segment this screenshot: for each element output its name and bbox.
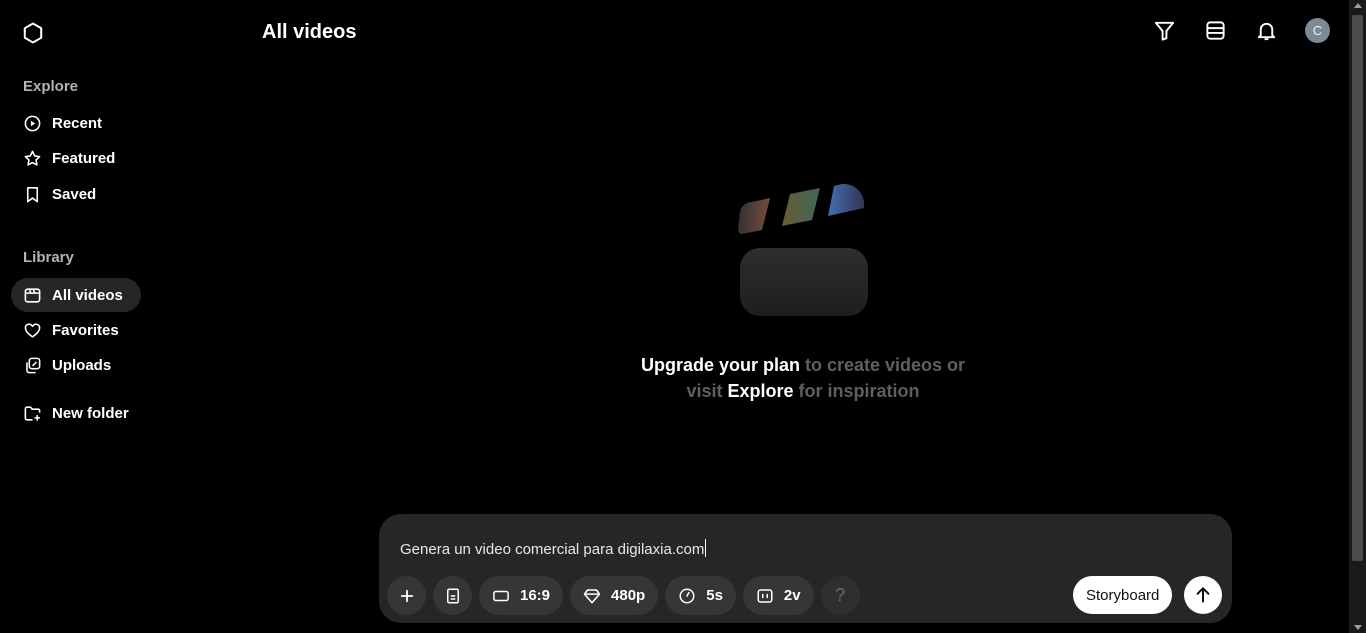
diamond-icon (583, 588, 601, 603)
empty-state-message: Upgrade your plan to create videos or vi… (603, 352, 1003, 404)
empty-state-text: to create videos or (799, 355, 966, 375)
submit-button[interactable] (1184, 576, 1222, 614)
sidebar-item-label: Featured (52, 149, 116, 167)
scrollbar-thumb[interactable] (1352, 15, 1363, 561)
prompt-composer: Genera un video comercial para digilaxia… (379, 514, 1232, 623)
help-button[interactable]: ? (820, 576, 860, 615)
sidebar-item-featured[interactable]: Featured (11, 141, 133, 175)
bookmark-icon (26, 186, 39, 202)
empty-state-text: visit (686, 381, 728, 401)
avatar[interactable]: C (1305, 18, 1330, 43)
aspect-ratio-icon (493, 590, 509, 601)
empty-state-text: for inspiration (793, 381, 920, 401)
duration-value: 5s (706, 587, 723, 604)
sidebar-item-saved[interactable]: Saved (11, 177, 114, 211)
sidebar-item-label: Uploads (52, 356, 112, 374)
aspect-ratio-value: 16:9 (520, 587, 551, 604)
page-title: All videos (262, 21, 357, 43)
text-caret (705, 539, 707, 557)
filter-icon[interactable] (1152, 18, 1177, 43)
resolution-value: 480p (611, 587, 646, 604)
help-icon: ? (835, 585, 846, 605)
scroll-down-icon[interactable] (1354, 625, 1362, 630)
sidebar-item-label: Recent (52, 114, 103, 132)
star-icon (24, 150, 41, 166)
library-section-title: Library (23, 249, 74, 266)
resolution-button[interactable]: 480p (570, 576, 659, 615)
new-folder-label: New folder (52, 404, 129, 422)
duration-button[interactable]: 5s (665, 576, 736, 615)
sidebar-item-favorites[interactable]: Favorites (11, 313, 137, 347)
prompt-input[interactable]: Genera un video comercial para digilaxia… (400, 539, 707, 558)
explore-link[interactable]: Explore (728, 381, 794, 401)
storyboard-button[interactable]: Storyboard (1073, 576, 1173, 614)
document-icon (446, 588, 459, 603)
video-icon (24, 287, 41, 303)
uploads-icon (26, 357, 41, 373)
arrow-up-icon (1196, 587, 1210, 603)
composer-toolbar: 16:9 480p 5s 2v ? (387, 576, 860, 615)
bell-icon[interactable] (1254, 18, 1279, 43)
sidebar-item-all-videos[interactable]: All videos (11, 278, 141, 312)
sidebar-item-label: Favorites (52, 321, 119, 339)
add-media-button[interactable] (387, 576, 426, 615)
plus-icon (400, 589, 413, 602)
sidebar-item-label: Saved (52, 185, 97, 203)
layout-icon[interactable] (1203, 18, 1228, 43)
scroll-up-icon[interactable] (1354, 3, 1362, 8)
folder-plus-icon (24, 405, 41, 421)
sidebar-item-label: All videos (52, 286, 123, 304)
openai-logo-icon[interactable] (20, 20, 46, 46)
play-circle-icon (24, 115, 41, 131)
clapperboard-icon (734, 180, 874, 320)
heart-icon (24, 322, 41, 338)
variations-icon (757, 588, 773, 603)
aspect-ratio-button[interactable]: 16:9 (479, 576, 564, 615)
upgrade-plan-link[interactable]: Upgrade your plan (641, 355, 800, 375)
variations-button[interactable]: 2v (742, 576, 814, 615)
sidebar: Explore Recent Featured Saved Library Al… (0, 0, 240, 633)
prompt-text: Genera un video comercial para digilaxia… (400, 541, 705, 558)
clock-icon (679, 588, 695, 603)
variations-value: 2v (783, 587, 801, 604)
scrollbar[interactable] (1349, 0, 1366, 633)
presets-button[interactable] (433, 576, 472, 615)
explore-section-title: Explore (23, 78, 79, 95)
sidebar-item-recent[interactable]: Recent (11, 106, 120, 140)
sidebar-item-uploads[interactable]: Uploads (11, 348, 129, 382)
new-folder-button[interactable]: New folder (11, 396, 147, 430)
header-actions: C (1152, 18, 1330, 43)
